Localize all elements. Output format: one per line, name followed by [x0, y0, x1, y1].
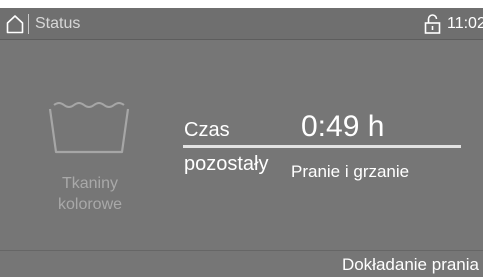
program-phase: Pranie i grzanie [291, 162, 410, 181]
lock-open-icon[interactable] [424, 13, 441, 35]
program-name: Tkaniny kolorowe [57, 175, 123, 213]
remaining-time-underline [183, 145, 461, 148]
bottom-divider [0, 250, 483, 251]
remaining-time-label-line1: Czas [184, 119, 230, 141]
clock: 11:02 [447, 15, 483, 32]
home-icon[interactable] [6, 14, 24, 34]
wash-tub-icon [48, 102, 130, 154]
status-separator [28, 14, 29, 34]
status-title: Status [35, 15, 81, 32]
remaining-time-value: 0:49 h [301, 110, 385, 143]
remaining-time-label-line2: pozostały [184, 153, 269, 175]
add-laundry-button[interactable]: Dokładanie prania [342, 254, 479, 275]
